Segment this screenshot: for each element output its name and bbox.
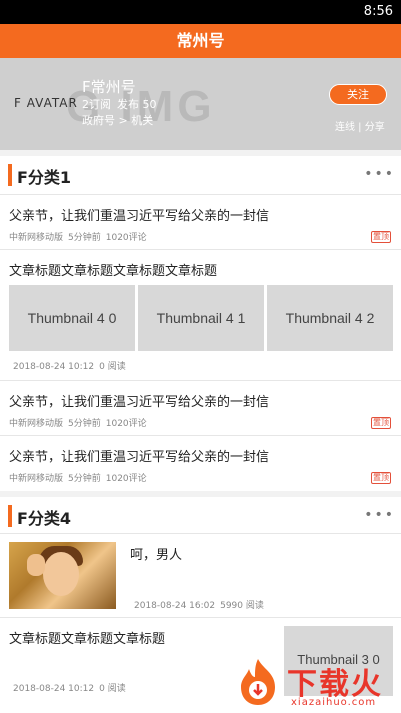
- list-item[interactable]: 父亲节，让我们重温习近平写给父亲的一封信 中新网移动版 5分钟前 1020评论 置顶: [0, 194, 401, 249]
- article-reads: 0 阅读: [99, 684, 126, 694]
- article-time: 5分钟前: [68, 233, 101, 243]
- thumbnail[interactable]: Thumbnail 4 1: [138, 285, 264, 351]
- list-item[interactable]: 呵，男人 2018-08-24 16:02 5990 阅读: [0, 533, 401, 617]
- thumbnail-row: Thumbnail 4 0 Thumbnail 4 1 Thumbnail 4 …: [9, 285, 393, 351]
- article-comments: 1020评论: [105, 419, 147, 429]
- article-title: 文章标题文章标题文章标题文章标题: [9, 264, 218, 279]
- connect-share-links[interactable]: 连线 | 分享: [335, 118, 385, 133]
- more-icon[interactable]: •••: [364, 166, 395, 182]
- article-source: 中新网移动版: [9, 419, 64, 429]
- article-meta: 中新网移动版 5分钟前 1020评论: [9, 416, 152, 429]
- app-bar: 常州号: [0, 24, 401, 58]
- article-comments: 1020评论: [105, 474, 147, 484]
- thumbnail[interactable]: Thumbnail 4 0: [9, 285, 135, 351]
- avatar[interactable]: F AVATAR: [14, 96, 78, 110]
- article-meta: 中新网移动版 5分钟前 1020评论: [9, 471, 152, 484]
- status-time: 8:56: [363, 4, 393, 19]
- article-comments: 1020评论: [105, 233, 147, 243]
- subscription-count: 2订阅: [82, 98, 111, 111]
- pinned-badge: 置顶: [371, 231, 391, 243]
- pinned-badge: 置顶: [371, 417, 391, 429]
- article-title: 父亲节，让我们重温习近平写给父亲的一封信: [9, 395, 270, 410]
- section-header: F分类4 •••: [0, 497, 401, 533]
- follow-button[interactable]: 关注: [329, 84, 387, 105]
- status-bar: 8:56: [0, 0, 401, 24]
- article-title: 父亲节，让我们重温习近平写给父亲的一封信: [9, 450, 270, 465]
- article-photo[interactable]: [9, 542, 116, 609]
- article-title: 文章标题文章标题文章标题: [9, 632, 166, 647]
- article-title: 呵，男人: [130, 548, 183, 563]
- article-date: 2018-08-24 10:12: [13, 362, 95, 372]
- article-meta: 2018-08-24 10:12 0 阅读: [13, 681, 131, 694]
- section-title: F分类4: [17, 509, 72, 528]
- page-title: 常州号: [176, 31, 225, 50]
- pinned-badge: 置顶: [371, 472, 391, 484]
- article-meta: 中新网移动版 5分钟前 1020评论: [9, 230, 152, 243]
- profile-stats: 2订阅 发布 50: [82, 96, 163, 112]
- article-meta: 2018-08-24 10:12 0 阅读: [13, 359, 131, 372]
- profile-name: F常州号: [82, 78, 136, 96]
- article-time: 5分钟前: [68, 474, 101, 484]
- photo-detail: [27, 554, 45, 576]
- list-item[interactable]: 文章标题文章标题文章标题文章标题 Thumbnail 4 0 Thumbnail…: [0, 249, 401, 379]
- article-source: 中新网移动版: [9, 474, 64, 484]
- flame-logo-icon: [241, 659, 275, 705]
- section-title: F分类1: [17, 168, 72, 187]
- article-title: 父亲节，让我们重温习近平写给父亲的一封信: [9, 209, 270, 224]
- profile-category: 政府号 > 机关: [82, 114, 154, 127]
- article-meta: 2018-08-24 16:02 5990 阅读: [134, 598, 269, 611]
- article-reads: 5990 阅读: [220, 601, 264, 611]
- article-source: 中新网移动版: [9, 233, 64, 243]
- post-count: 发布 50: [117, 98, 157, 111]
- thumbnail[interactable]: Thumbnail 4 2: [267, 285, 393, 351]
- more-icon[interactable]: •••: [364, 507, 395, 523]
- list-item[interactable]: 父亲节，让我们重温习近平写给父亲的一封信 中新网移动版 5分钟前 1020评论 置顶: [0, 435, 401, 491]
- profile-header: G IMG F AVATAR F常州号 2订阅 发布 50 政府号 > 机关 关注…: [0, 58, 401, 150]
- article-time: 5分钟前: [68, 419, 101, 429]
- article-date: 2018-08-24 16:02: [134, 601, 216, 611]
- list-item[interactable]: 父亲节，让我们重温习近平写给父亲的一封信 中新网移动版 5分钟前 1020评论 置顶: [0, 380, 401, 435]
- section-accent-bar: [8, 164, 12, 186]
- article-date: 2018-08-24 10:12: [13, 684, 95, 694]
- watermark-domain: xiazaihuo.com: [291, 697, 377, 708]
- section-accent-bar: [8, 505, 12, 527]
- article-reads: 0 阅读: [99, 362, 126, 372]
- photo-detail: [43, 552, 79, 596]
- section-header: F分类1 •••: [0, 156, 401, 192]
- watermark-logo: 下载火 xiazaihuo.com: [233, 657, 399, 711]
